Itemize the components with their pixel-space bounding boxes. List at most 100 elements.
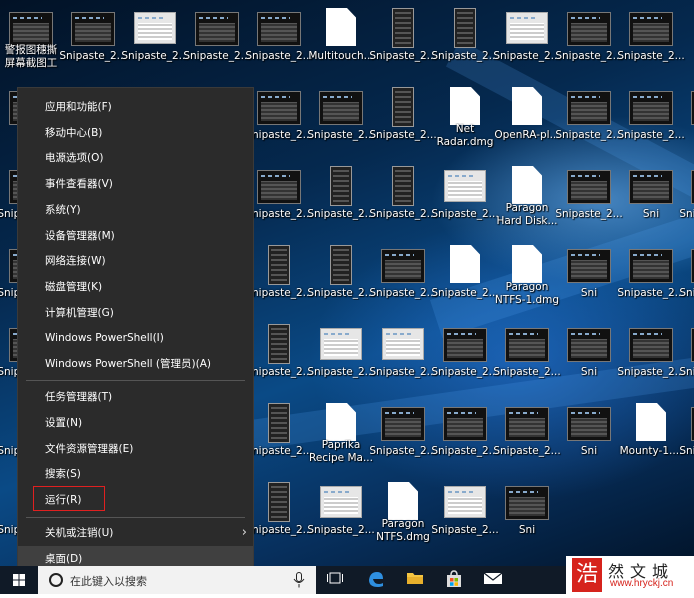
desktop-file-icon[interactable]: Snipaste_2... bbox=[679, 401, 694, 479]
desktop-file-label: Snipaste_2... bbox=[431, 50, 499, 62]
menu-item-file-explorer[interactable]: 文件资源管理器(E) bbox=[18, 436, 253, 462]
desktop-file-icon[interactable]: Snipaste_2... bbox=[431, 6, 499, 84]
desktop-file-label: Snipaste_2... bbox=[245, 50, 313, 62]
file-thumbnail-icon bbox=[326, 8, 356, 46]
desktop-file-icon[interactable]: Paragon NTFS.dmg bbox=[372, 480, 434, 558]
mail-icon[interactable] bbox=[482, 570, 504, 590]
desktop-file-icon[interactable]: Snipaste_2... bbox=[307, 243, 375, 321]
menu-item-search[interactable]: 搜索(S) bbox=[18, 461, 253, 487]
desktop-file-icon[interactable]: Snipaste_2... bbox=[617, 322, 685, 400]
file-thumbnail-icon bbox=[567, 91, 611, 125]
file-thumbnail-icon bbox=[257, 170, 301, 204]
menu-item-power-options[interactable]: 电源选项(O) bbox=[18, 145, 253, 171]
menu-item-apps-and-features[interactable]: 应用和功能(F) bbox=[18, 94, 253, 120]
desktop-file-label: Sni bbox=[580, 445, 598, 457]
desktop-file-icon[interactable]: Snipaste_2... bbox=[307, 164, 375, 242]
windows-start-icon[interactable] bbox=[0, 566, 38, 594]
desktop-file-icon[interactable]: Snipaste_2... bbox=[493, 6, 561, 84]
menu-item-system[interactable]: 系统(Y) bbox=[18, 197, 253, 223]
desktop-file-icon[interactable]: Snipaste_2... bbox=[245, 401, 313, 479]
desktop-file-icon[interactable]: Snipaste_2... bbox=[431, 322, 499, 400]
task-view-icon[interactable] bbox=[324, 570, 346, 590]
desktop-file-icon[interactable]: Snipaste_2... bbox=[617, 243, 685, 321]
desktop-file-icon[interactable]: Snipaste_2... bbox=[679, 322, 694, 400]
desktop-file-icon[interactable]: Snipaste_2... bbox=[431, 401, 499, 479]
desktop-file-icon[interactable]: Snipaste_2... bbox=[431, 243, 499, 321]
desktop-file-icon[interactable]: Snipaste_2... bbox=[555, 85, 623, 163]
taskbar-search-box[interactable]: 在此键入以搜索 bbox=[38, 566, 316, 594]
desktop-file-icon[interactable]: Net Radar.dmg bbox=[434, 85, 496, 163]
file-thumbnail-icon bbox=[506, 12, 548, 44]
menu-item-mobility-center[interactable]: 移动中心(B) bbox=[18, 120, 253, 146]
desktop-file-icon[interactable]: Snipaste_2... bbox=[369, 164, 437, 242]
microphone-icon[interactable] bbox=[288, 572, 310, 592]
desktop-file-icon[interactable]: Sni bbox=[558, 322, 620, 400]
desktop-file-icon[interactable]: Mounty-1.... bbox=[620, 401, 682, 479]
desktop-file-icon[interactable]: Sni bbox=[558, 243, 620, 321]
desktop-file-icon[interactable]: Paragon NTFS-1.dmg bbox=[495, 243, 559, 321]
menu-item-task-manager[interactable]: 任务管理器(T) bbox=[18, 384, 253, 410]
desktop-file-icon[interactable]: OpenRA-pl... bbox=[494, 85, 560, 163]
desktop-file-icon[interactable]: Snipaste_2... bbox=[245, 480, 313, 558]
desktop-file-icon[interactable]: Snipaste_2... bbox=[307, 85, 375, 163]
desktop-file-icon[interactable]: mac bbox=[682, 85, 694, 163]
desktop-file-label: Mounty-1.... bbox=[619, 445, 683, 457]
menu-item-shutdown-or-signout[interactable]: 关机或注销(U) › bbox=[18, 520, 253, 546]
desktop-file-label: Snipaste_2... bbox=[245, 287, 313, 299]
desktop-file-icon[interactable]: Snipaste_2... bbox=[369, 6, 437, 84]
desktop-file-icon[interactable]: Snipaste_2... bbox=[431, 480, 499, 558]
chevron-right-icon: › bbox=[241, 525, 247, 540]
desktop-file-icon[interactable]: Snipaste_2... bbox=[307, 322, 375, 400]
desktop-file-icon[interactable]: Snipaste_2... bbox=[59, 6, 127, 84]
desktop-file-icon[interactable]: Snipaste_2... bbox=[245, 243, 313, 321]
store-icon[interactable] bbox=[443, 570, 465, 590]
desktop-file-icon[interactable]: 警报图穗撕 屏幕截图工 bbox=[0, 6, 62, 84]
menu-item-powershell-admin[interactable]: Windows PowerShell (管理员)(A) bbox=[18, 351, 253, 377]
desktop-file-icon[interactable]: Snipaste_2... bbox=[617, 6, 685, 84]
menu-item-computer-management[interactable]: 计算机管理(G) bbox=[18, 300, 253, 326]
desktop-file-label: Sni bbox=[518, 524, 536, 536]
file-thumbnail-icon bbox=[257, 12, 301, 46]
menu-item-device-manager[interactable]: 设备管理器(M) bbox=[18, 223, 253, 249]
desktop-file-icon[interactable]: Snipaste_2... bbox=[307, 480, 375, 558]
desktop-file-label: Snipaste_2... bbox=[307, 129, 375, 141]
desktop-file-icon[interactable]: Snipaste_2... bbox=[555, 6, 623, 84]
desktop-file-icon[interactable]: Snipaste_2... bbox=[369, 322, 437, 400]
desktop-file-icon[interactable]: Paprika Recipe Ma... bbox=[309, 401, 373, 479]
desktop-file-icon[interactable]: Snipaste_2... bbox=[245, 6, 313, 84]
desktop-file-icon[interactable]: Snipaste_2... bbox=[369, 243, 437, 321]
desktop-file-icon[interactable]: Snipaste_2... bbox=[183, 6, 251, 84]
menu-item-network-connections[interactable]: 网络连接(W) bbox=[18, 248, 253, 274]
menu-item-event-viewer[interactable]: 事件查看器(V) bbox=[18, 171, 253, 197]
desktop-file-icon[interactable]: Sni bbox=[620, 164, 682, 242]
edge-icon[interactable] bbox=[365, 570, 387, 590]
desktop-file-icon[interactable]: Snipaste_2... bbox=[369, 85, 437, 163]
desktop-file-icon[interactable]: Snipaste_2... bbox=[245, 322, 313, 400]
desktop-file-icon[interactable]: Sni bbox=[496, 480, 558, 558]
desktop-file-icon[interactable]: Snipaste_2... bbox=[493, 401, 561, 479]
desktop-file-icon[interactable]: Snipaste_2... bbox=[679, 243, 694, 321]
desktop-file-icon[interactable]: Snipaste_2... bbox=[431, 164, 499, 242]
desktop-file-icon[interactable]: Snipaste_2... bbox=[121, 6, 189, 84]
desktop-file-icon[interactable]: Snipaste_2... bbox=[555, 164, 623, 242]
desktop-file-icon[interactable]: Sni bbox=[558, 401, 620, 479]
desktop-file-icon[interactable]: Snipaste_2... bbox=[369, 401, 437, 479]
file-explorer-icon[interactable] bbox=[404, 570, 426, 590]
desktop-file-icon[interactable]: Paragon Hard Disk... bbox=[496, 164, 558, 242]
menu-item-disk-management[interactable]: 磁盘管理(K) bbox=[18, 274, 253, 300]
desktop-file-icon[interactable]: Snipaste_2... bbox=[245, 164, 313, 242]
desktop-file-label: Snipaste_2... bbox=[307, 208, 375, 220]
file-thumbnail-icon bbox=[392, 166, 414, 206]
desktop-file-icon[interactable]: Snipaste_2... bbox=[493, 322, 561, 400]
menu-item-settings[interactable]: 设置(N) bbox=[18, 410, 253, 436]
desktop-file-icon[interactable]: Snipaste_2... bbox=[679, 164, 694, 242]
file-thumbnail-icon bbox=[268, 245, 290, 285]
file-thumbnail-icon bbox=[388, 482, 418, 520]
file-thumbnail-icon bbox=[512, 245, 542, 283]
desktop-file-label: Sni bbox=[642, 208, 660, 220]
desktop-file-icon[interactable]: Multitouch... bbox=[308, 6, 374, 84]
desktop-file-icon[interactable]: Snipaste_2... bbox=[617, 85, 685, 163]
desktop-file-icon[interactable]: Snipaste_2... bbox=[245, 85, 313, 163]
desktop-file-label: Snipaste_2... bbox=[307, 287, 375, 299]
menu-item-powershell[interactable]: Windows PowerShell(I) bbox=[18, 325, 253, 351]
